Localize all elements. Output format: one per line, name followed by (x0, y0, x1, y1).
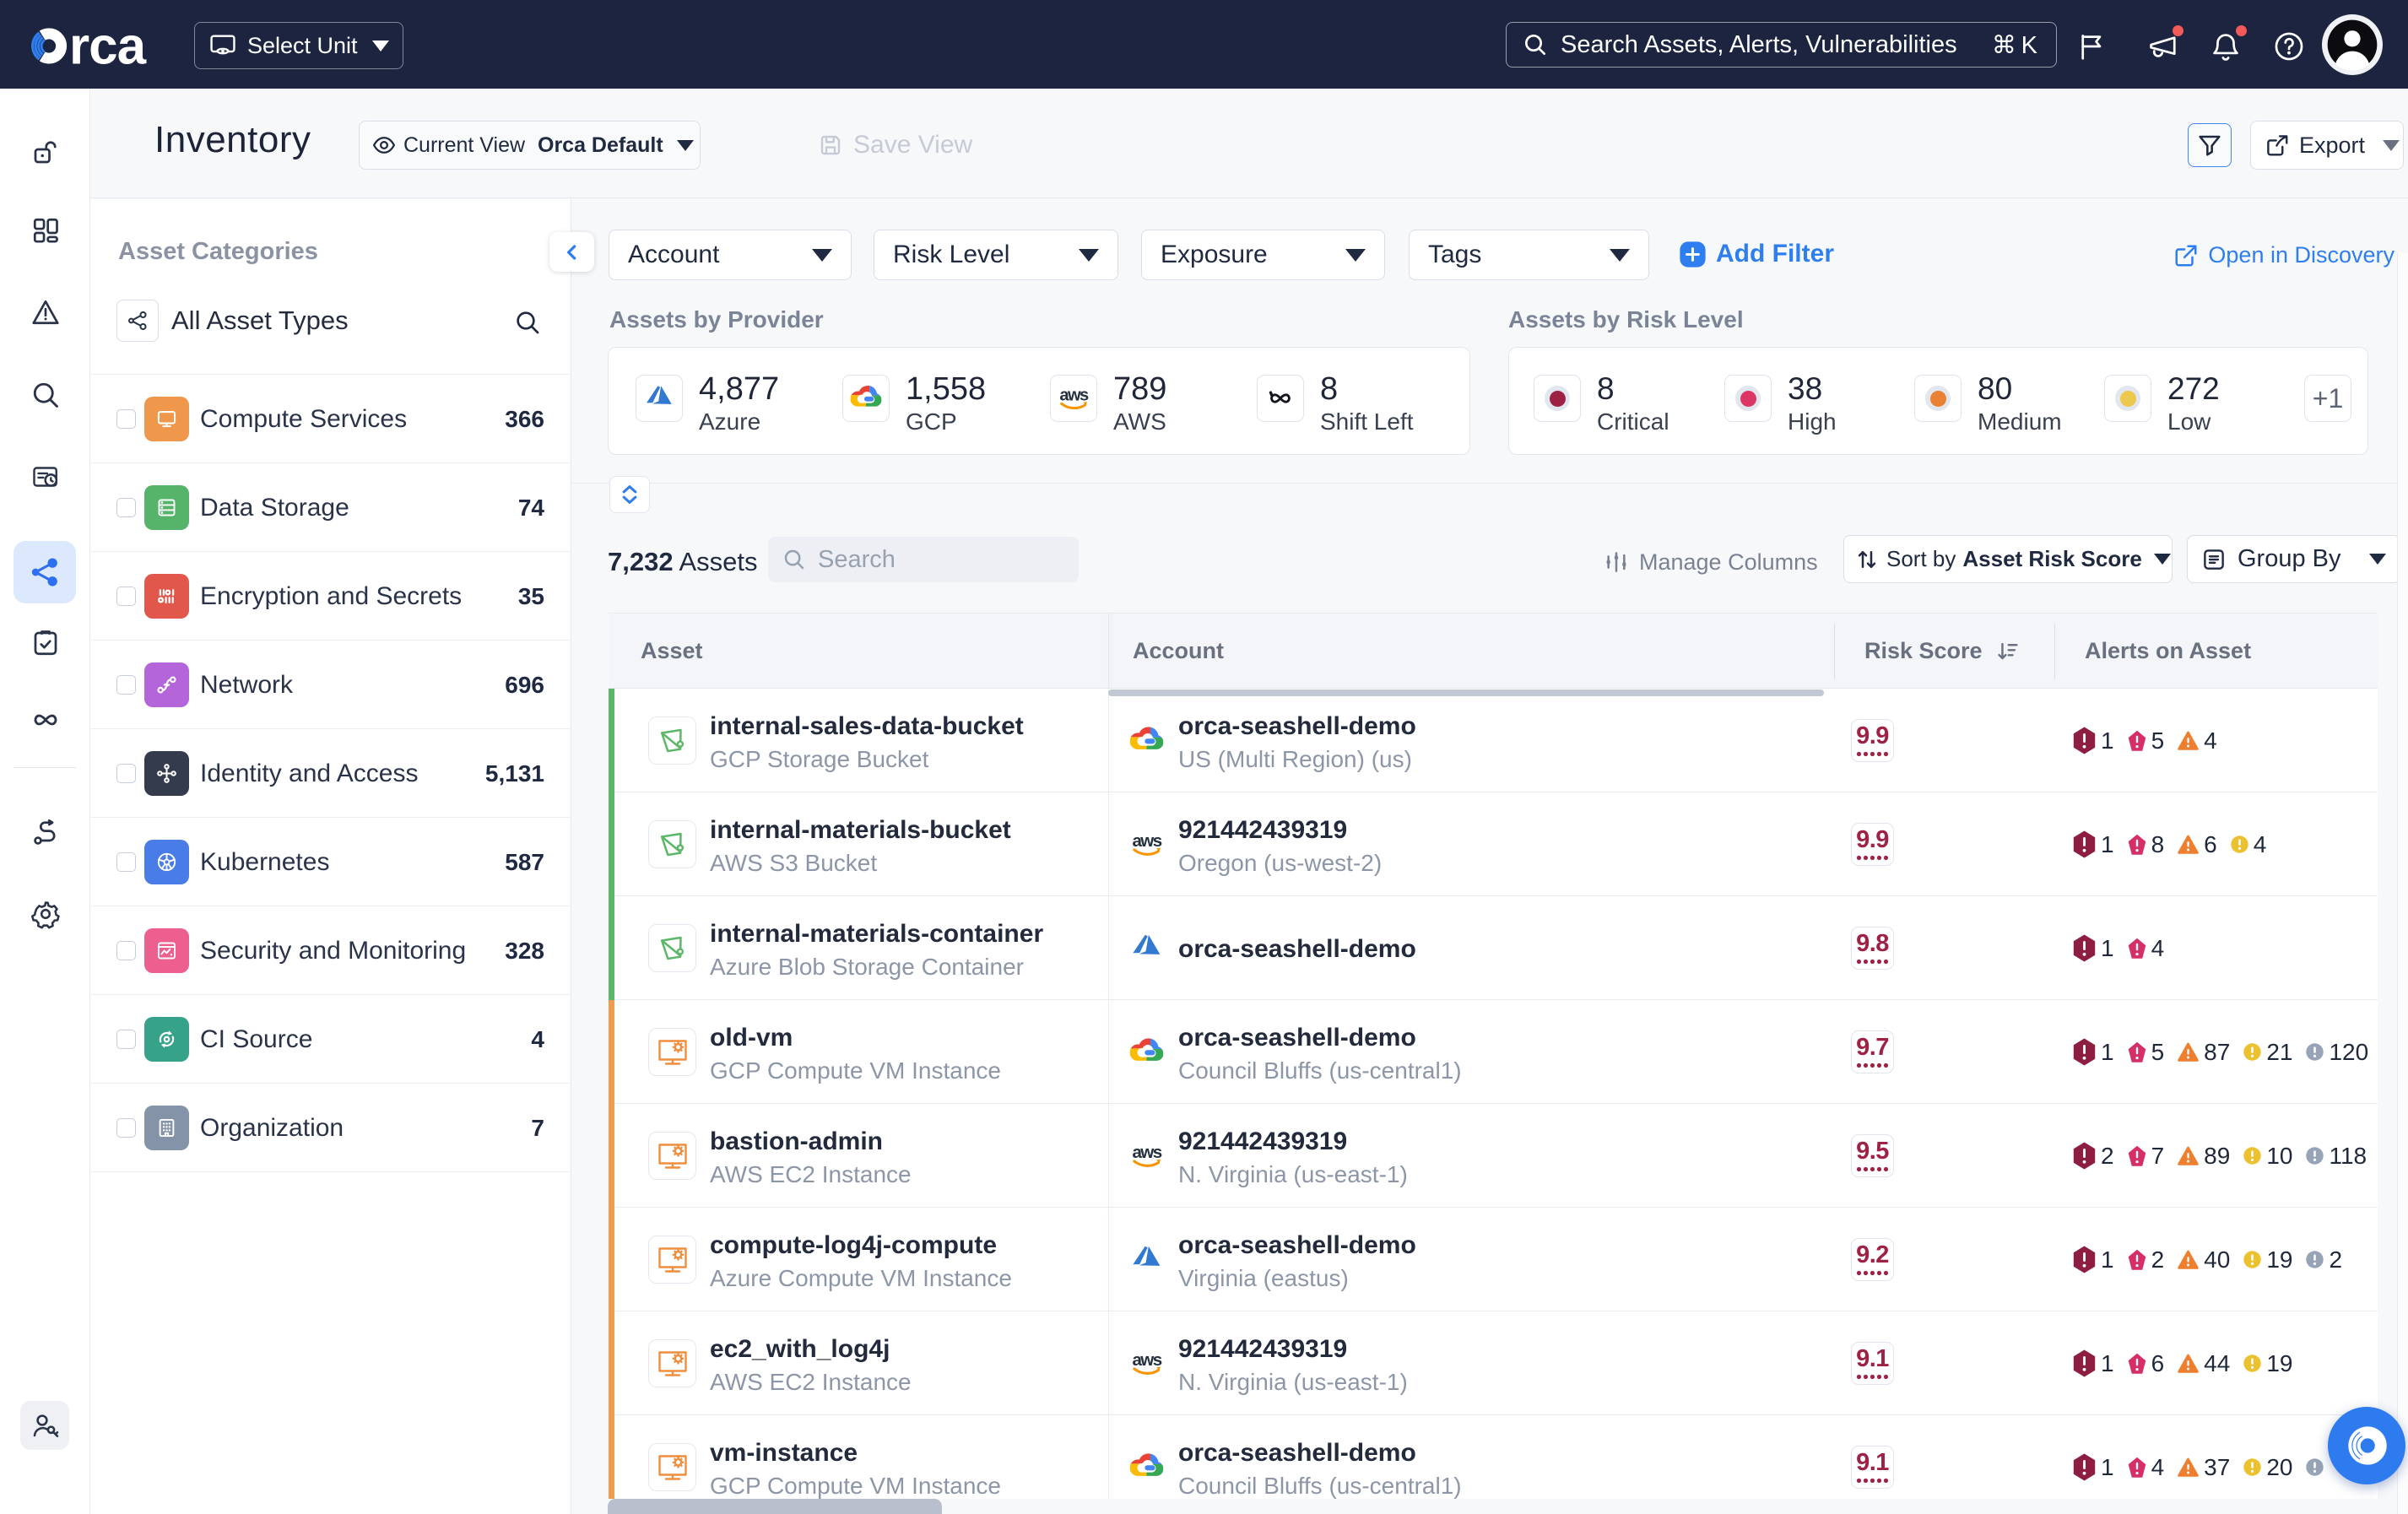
svg-text:rca: rca (69, 23, 147, 70)
